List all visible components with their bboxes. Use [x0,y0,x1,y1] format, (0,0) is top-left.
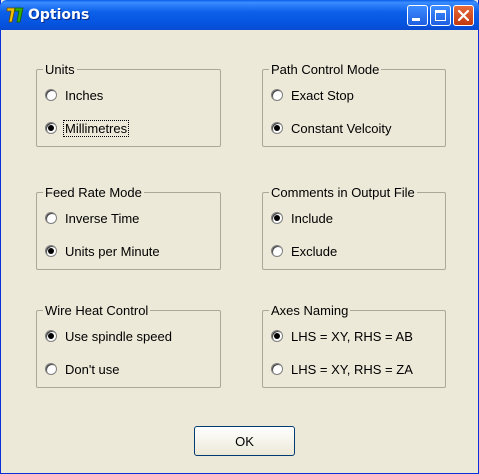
radio-inches[interactable]: Inches [45,85,103,105]
radio-millimetres[interactable]: Millimetres [45,118,130,138]
radio-indicator[interactable] [45,122,57,134]
radio-label: Inches [65,87,104,103]
radio-indicator[interactable] [45,245,57,257]
feed-rate-mode-legend: Feed Rate Mode [43,185,144,200]
window-title: Options [28,7,90,23]
wire-heat-control-group: Wire Heat Control Use spindle speed Don'… [36,303,221,388]
radio-label: Millimetres [62,119,130,137]
radio-label: Units per Minute [65,243,160,259]
radio-selected-dot [274,125,280,131]
radio-indicator[interactable] [271,89,283,101]
ok-button[interactable]: OK [194,426,295,456]
axes-naming-group: Axes Naming LHS = XY, RHS = AB LHS = XY,… [262,303,446,388]
radio-units-per-minute[interactable]: Units per Minute [45,241,160,261]
radio-label: Exact Stop [291,87,354,103]
radio-selected-dot [48,333,54,339]
wire-heat-control-legend: Wire Heat Control [43,303,151,318]
minimize-button[interactable] [407,5,428,26]
radio-exact-stop[interactable]: Exact Stop [271,85,354,105]
radio-indicator[interactable] [45,89,57,101]
close-button[interactable] [453,5,474,26]
radio-constant-velocity[interactable]: Constant Velcoity [271,118,391,138]
axes-naming-legend: Axes Naming [269,303,351,318]
radio-selected-dot [274,215,280,221]
radio-label: Include [291,210,333,226]
title-bar[interactable]: Options [0,0,479,30]
radio-selected-dot [48,125,54,131]
radio-indicator[interactable] [271,363,283,375]
path-control-mode-group: Path Control Mode Exact Stop Constant Ve… [262,62,446,147]
radio-indicator[interactable] [271,245,283,257]
radio-include[interactable]: Include [271,208,333,228]
units-group: Units Inches Millimetres [36,62,221,147]
radio-selected-dot [274,333,280,339]
radio-label: Use spindle speed [65,328,172,344]
radio-selected-dot [48,248,54,254]
comments-output-legend: Comments in Output File [269,185,417,200]
radio-label: Don't use [65,361,120,377]
radio-inverse-time[interactable]: Inverse Time [45,208,139,228]
radio-indicator[interactable] [45,212,57,224]
radio-label: Exclude [291,243,338,259]
close-icon [457,9,470,22]
maximize-button[interactable] [430,5,451,26]
app-icon [6,7,24,23]
radio-lhs-xy-rhs-za[interactable]: LHS = XY, RHS = ZA [271,359,413,379]
comments-output-group: Comments in Output File Include Exclude [262,185,446,270]
radio-indicator[interactable] [45,363,57,375]
path-control-mode-legend: Path Control Mode [269,62,382,77]
options-window: Options Units Inches Millimetres Path Co… [0,0,479,474]
radio-dont-use[interactable]: Don't use [45,359,120,379]
radio-exclude[interactable]: Exclude [271,241,337,261]
radio-label: LHS = XY, RHS = AB [291,328,413,344]
minimize-icon [412,18,420,21]
radio-indicator[interactable] [271,122,283,134]
radio-indicator[interactable] [271,330,283,342]
radio-indicator[interactable] [45,330,57,342]
maximize-icon [435,10,446,21]
radio-indicator[interactable] [271,212,283,224]
radio-lhs-xy-rhs-ab[interactable]: LHS = XY, RHS = AB [271,326,413,346]
feed-rate-mode-group: Feed Rate Mode Inverse Time Units per Mi… [36,185,221,270]
radio-use-spindle-speed[interactable]: Use spindle speed [45,326,172,346]
units-legend: Units [43,62,77,77]
radio-label: Inverse Time [65,210,140,226]
radio-label: Constant Velcoity [291,120,392,136]
radio-label: LHS = XY, RHS = ZA [291,361,413,377]
